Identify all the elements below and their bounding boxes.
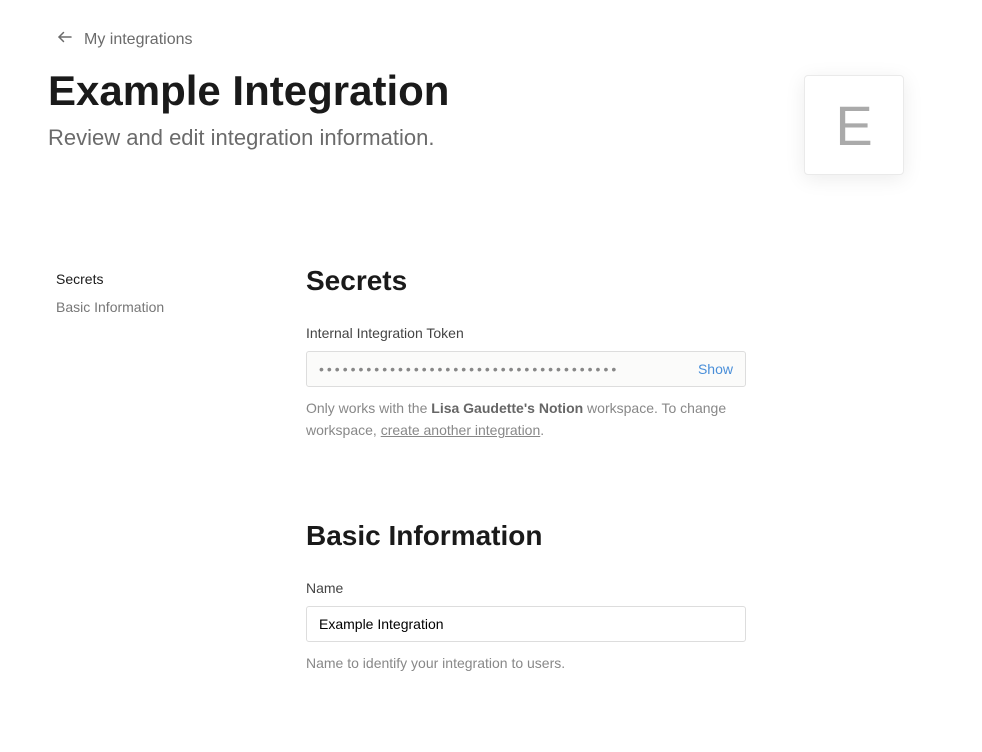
show-token-button[interactable]: Show bbox=[698, 361, 733, 377]
sidebar-item-basic-information[interactable]: Basic Information bbox=[56, 293, 266, 321]
back-link[interactable]: My integrations bbox=[56, 28, 934, 51]
page-subtitle: Review and edit integration information. bbox=[48, 125, 804, 151]
integration-avatar: E bbox=[804, 75, 904, 175]
secrets-section: Secrets Internal Integration Token •••••… bbox=[306, 265, 746, 442]
create-another-integration-link[interactable]: create another integration bbox=[381, 422, 541, 438]
page-title: Example Integration bbox=[48, 67, 804, 115]
name-input[interactable] bbox=[306, 606, 746, 642]
token-masked-value: •••••••••••••••••••••••••••••••••••••• bbox=[319, 361, 688, 377]
back-link-label: My integrations bbox=[84, 31, 193, 49]
token-help-prefix: Only works with the bbox=[306, 400, 431, 416]
secrets-title: Secrets bbox=[306, 265, 746, 297]
name-label: Name bbox=[306, 580, 746, 596]
sidebar-item-secrets[interactable]: Secrets bbox=[56, 265, 266, 293]
basic-info-section: Basic Information Name Name to identify … bbox=[306, 520, 746, 674]
token-help-suffix: . bbox=[540, 422, 544, 438]
token-help-workspace: Lisa Gaudette's Notion bbox=[431, 400, 583, 416]
token-label: Internal Integration Token bbox=[306, 325, 746, 341]
sidebar: Secrets Basic Information bbox=[56, 265, 266, 752]
token-field: •••••••••••••••••••••••••••••••••••••• S… bbox=[306, 351, 746, 387]
basic-info-title: Basic Information bbox=[306, 520, 746, 552]
back-arrow-icon bbox=[56, 28, 74, 51]
name-help-text: Name to identify your integration to use… bbox=[306, 652, 746, 674]
token-help-text: Only works with the Lisa Gaudette's Noti… bbox=[306, 397, 746, 442]
